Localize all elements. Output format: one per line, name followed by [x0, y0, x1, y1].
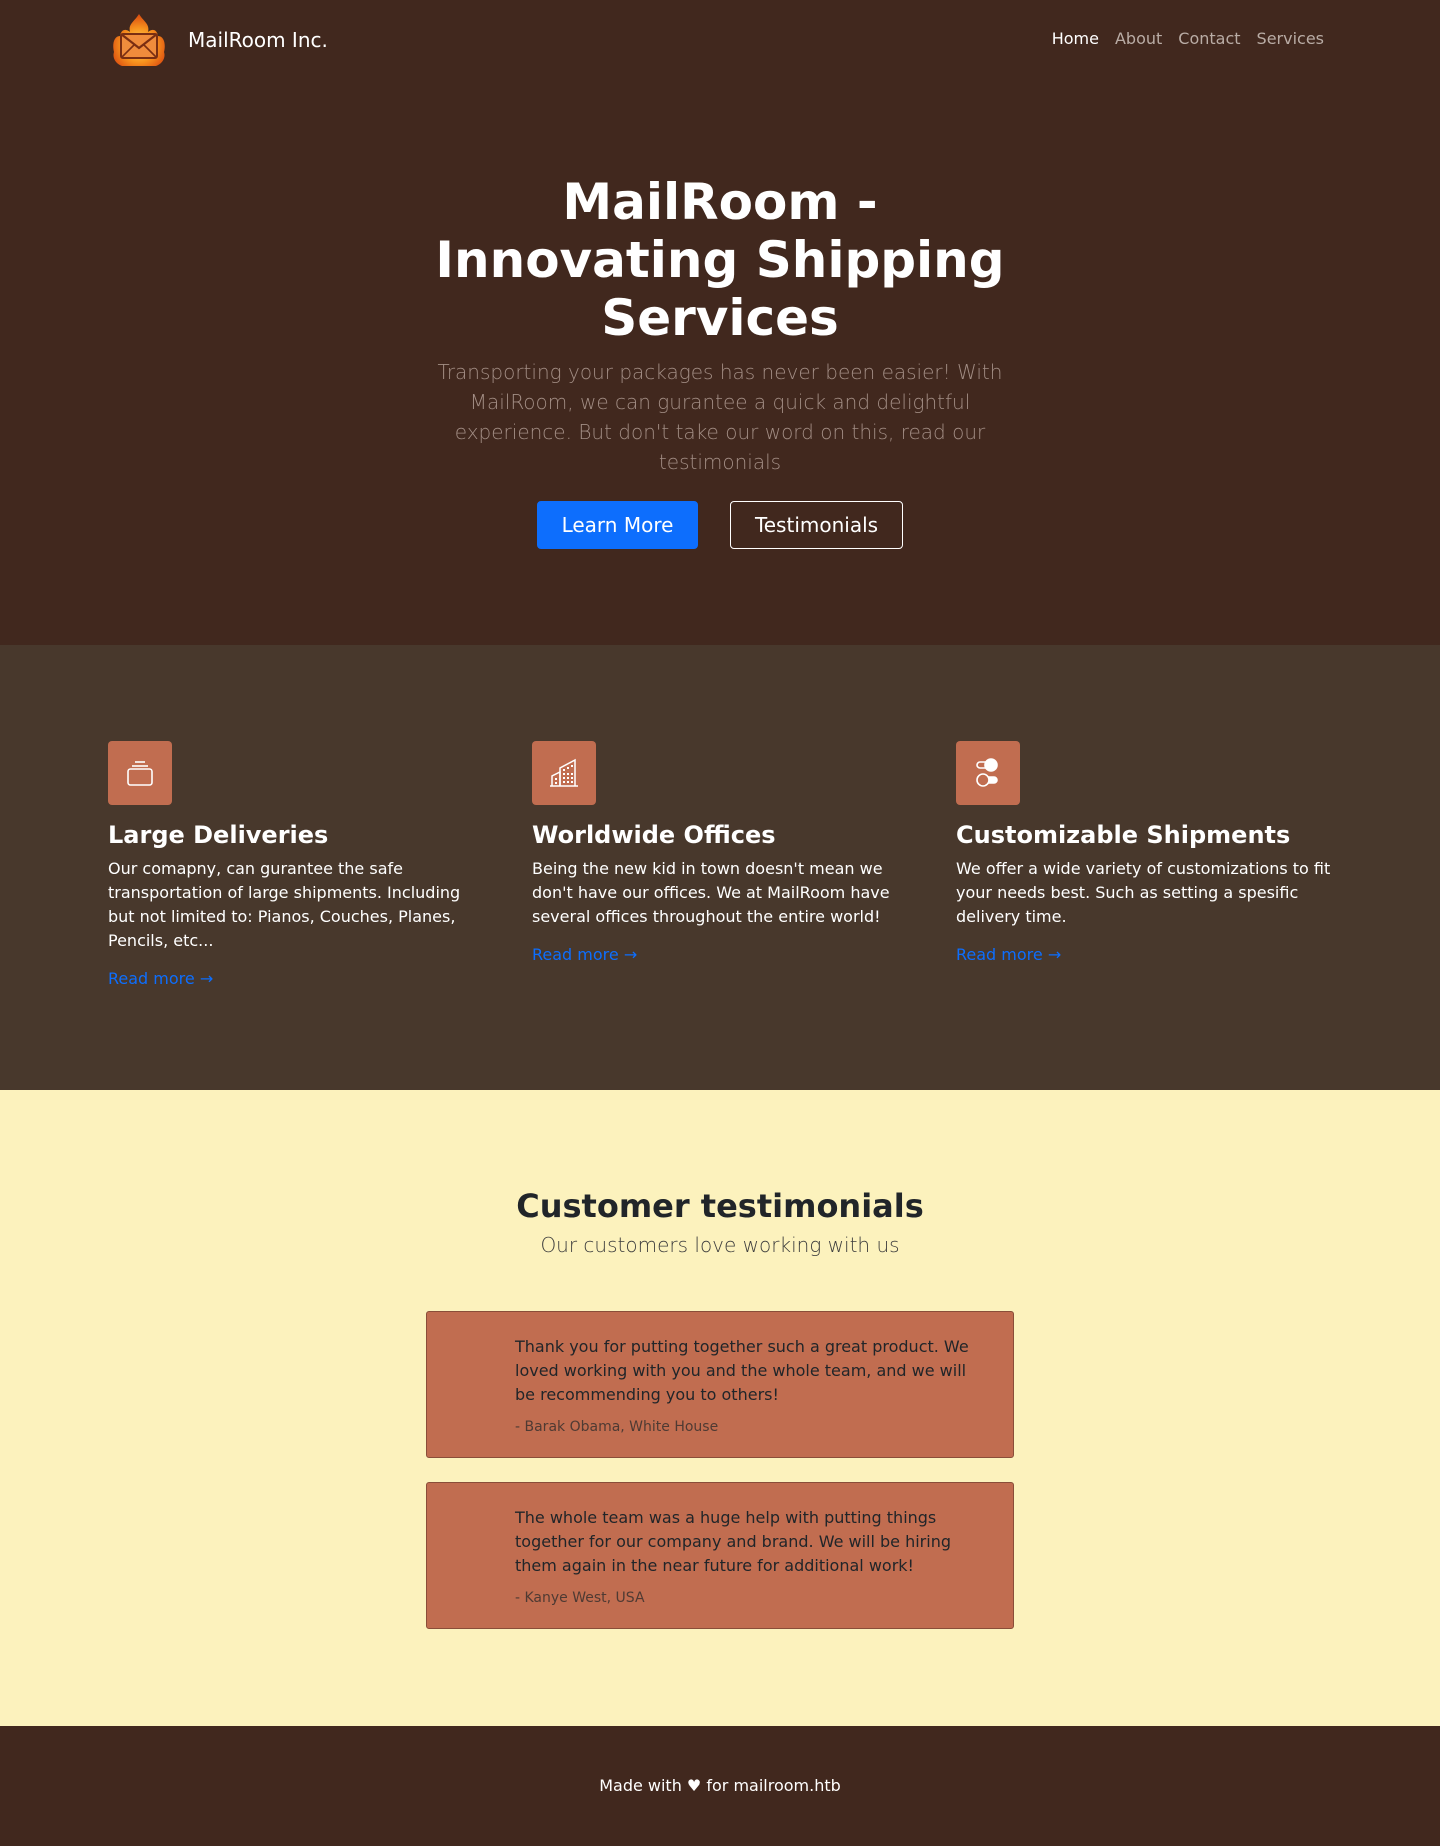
hero-section: MailRoom Inc. Home About Contact Service… [0, 0, 1440, 645]
feature-title: Customizable Shipments [956, 821, 1291, 849]
feature-icon-box [956, 741, 1020, 805]
footer: Made with ♥ for mailroom.htb [0, 1726, 1440, 1846]
feature-icon-box [108, 741, 172, 805]
feature-text: Our comapny, can gurantee the safe trans… [108, 859, 461, 950]
feature-text: Being the new kid in town doesn't mean w… [532, 859, 890, 926]
feature-title: Worldwide Offices [532, 821, 776, 849]
testimonials-title: Customer testimonials [516, 1187, 924, 1225]
read-more-link[interactable]: Read more → [108, 969, 213, 988]
feature-title: Large Deliveries [108, 821, 329, 849]
testimonial-quote: Thank you for putting together such a gr… [515, 1337, 969, 1404]
toggles-icon [976, 758, 998, 787]
hero-title-line: Services [601, 289, 839, 347]
brand-name: MailRoom Inc. [188, 28, 328, 52]
read-more-link[interactable]: Read more → [956, 945, 1061, 964]
feature-large-deliveries: Large Deliveries Our comapny, can gurant… [108, 741, 480, 988]
flaming-envelope-icon [113, 14, 165, 66]
feature-customizable-shipments: Customizable Shipments We offer a wide v… [956, 741, 1336, 964]
testimonials-subtitle: Our customers love working with us [540, 1233, 900, 1257]
nav-services[interactable]: Services [1257, 29, 1324, 48]
testimonial-card: Thank you for putting together such a gr… [426, 1311, 1014, 1458]
nav-about[interactable]: About [1115, 29, 1162, 48]
hero-title-line: MailRoom - [562, 173, 878, 231]
hero-title-line: Innovating Shipping [435, 231, 1005, 289]
building-icon [550, 758, 578, 787]
main-nav: Home About Contact Services [1052, 29, 1324, 48]
hero-lead: Transporting your packages has never bee… [437, 360, 1003, 474]
footer-text: Made with ♥ for mailroom.htb [599, 1776, 841, 1795]
collection-icon [127, 761, 153, 786]
learn-more-button[interactable]: Learn More [537, 501, 698, 549]
navbar: MailRoom Inc. Home About Contact Service… [0, 0, 1440, 80]
brand-link[interactable]: MailRoom Inc. [108, 12, 328, 68]
nav-home[interactable]: Home [1052, 29, 1099, 48]
nav-contact[interactable]: Contact [1178, 29, 1240, 48]
feature-worldwide-offices: Worldwide Offices Being the new kid in t… [532, 741, 904, 964]
read-more-link[interactable]: Read more → [532, 945, 637, 964]
feature-icon-box [532, 741, 596, 805]
features-section: Large Deliveries Our comapny, can gurant… [0, 645, 1440, 1090]
testimonial-card: The whole team was a huge help with putt… [426, 1482, 1014, 1629]
testimonials-button[interactable]: Testimonials [730, 501, 903, 549]
testimonial-quote: The whole team was a huge help with putt… [515, 1508, 951, 1575]
testimonial-author: - Kanye West, USA [515, 1590, 645, 1606]
feature-text: We offer a wide variety of customization… [956, 859, 1331, 926]
hero-title: MailRoom - Innovating Shipping Services [0, 173, 1440, 347]
testimonial-author: - Barak Obama, White House [515, 1419, 719, 1435]
testimonials-section: Customer testimonials Our customers love… [0, 1090, 1440, 1726]
